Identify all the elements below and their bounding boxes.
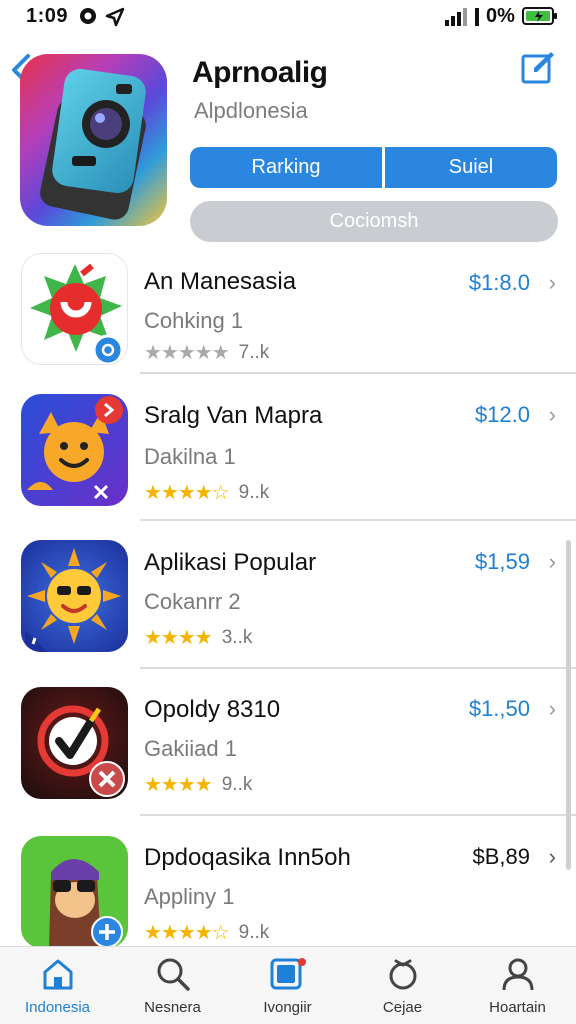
app-price[interactable]: $12.0	[475, 402, 530, 428]
segment-second[interactable]: Suiel	[385, 147, 557, 188]
app-rating: ★★★★ 9..k	[144, 772, 252, 797]
compose-icon[interactable]	[520, 50, 556, 86]
refresh-icon	[389, 959, 416, 990]
app-rating: ★★★★ 3..k	[144, 625, 252, 650]
list-item[interactable]: Sralg Van Mapra Dakilna 1 ★★★★☆ 9..k $12…	[0, 392, 576, 538]
scrollbar[interactable]	[566, 540, 571, 870]
review-count: 3..k	[221, 626, 253, 648]
tab-label: Indonesia	[24, 999, 91, 1016]
mascot-icon	[49, 859, 123, 948]
app-category: Dakilna 1	[144, 444, 236, 469]
chevron-right-icon: ›	[548, 402, 556, 427]
signal-icon	[445, 8, 467, 26]
app-rating: ★★★★☆ 9..k	[144, 480, 269, 505]
app-icon	[21, 540, 128, 652]
app-name: Dpdoqasika Inn5oh	[144, 844, 351, 871]
divider	[140, 667, 576, 669]
app-name: Sralg Van Mapra	[144, 402, 323, 429]
divider	[140, 519, 576, 521]
app-category: Appliny 1	[144, 884, 235, 909]
battery-icon	[522, 7, 557, 25]
app-category: Cokanrr 2	[144, 589, 241, 614]
app-name: An Manesasia	[144, 268, 297, 295]
app-icon	[21, 253, 128, 365]
star-rating-icon: ★★★★	[144, 627, 213, 649]
app-category: Gakiiad 1	[144, 736, 237, 761]
app-price[interactable]: $1,59	[475, 549, 530, 575]
list-item[interactable]: Aplikasi Popular Cokanrr 2 ★★★★ 3..k $1,…	[0, 539, 576, 685]
chevron-right-icon: ›	[548, 696, 556, 721]
checkmark-shield-icon	[37, 705, 125, 797]
app-rating: ★★★★★ 7..k	[144, 340, 269, 365]
tab-profile[interactable]: Hoartain	[460, 947, 575, 1024]
cat-face-icon	[27, 396, 123, 500]
star-rating-icon: ★★★★★	[144, 342, 230, 364]
app-price[interactable]: $1:8.0	[469, 270, 530, 296]
star-rating-icon: ★★★★☆	[144, 482, 230, 504]
list-item[interactable]: An Manesasia Cohking 1 ★★★★★ 7..k $1:8.0…	[0, 248, 576, 394]
app-name: Opoldy 8310	[144, 696, 281, 723]
filter-pill-button[interactable]: Cociomsh	[190, 201, 558, 242]
divider	[140, 372, 576, 374]
tab-label: Cejae	[382, 999, 423, 1016]
app-price[interactable]: $1.,50	[469, 696, 530, 722]
review-count: 9..k	[238, 481, 270, 503]
tab-label: Ivongiir	[263, 999, 312, 1016]
divider	[140, 814, 576, 816]
app-icon	[21, 394, 128, 506]
chevron-right-icon: ›	[548, 270, 556, 295]
do-not-disturb-icon	[80, 8, 96, 24]
star-rating-icon: ★★★★	[144, 774, 213, 796]
review-count: 9..k	[238, 921, 270, 943]
chevron-right-icon: ›	[548, 844, 556, 869]
app-subtitle: Alpdlonesia	[194, 98, 308, 123]
review-count: 9..k	[221, 773, 253, 795]
app-price[interactable]: $B,89	[473, 844, 531, 870]
list-item[interactable]: Opoldy 8310 Gakiiad 1 ★★★★ 9..k $1.,50 ›	[0, 686, 576, 832]
tab-home[interactable]: Indonesia	[0, 947, 115, 1024]
battery-percent: 0%	[486, 5, 515, 27]
app-icon	[21, 836, 128, 948]
tab-label: Nesnera	[144, 999, 201, 1016]
camera-icon	[40, 68, 146, 220]
status-bar: 1:09 0%	[0, 0, 576, 34]
segment-ranking[interactable]: Rarking	[190, 147, 382, 188]
apps-icon	[270, 958, 306, 990]
tab-updates[interactable]: Cejae	[345, 947, 460, 1024]
chevron-right-icon: ›	[548, 549, 556, 574]
review-count: 7..k	[238, 341, 270, 363]
sun-icon	[25, 548, 121, 652]
app-rating: ★★★★☆ 9..k	[144, 920, 269, 945]
status-time: 1:09	[26, 5, 69, 27]
app-name: Aplikasi Popular	[144, 549, 317, 576]
tab-apps[interactable]: Ivongiir	[230, 947, 345, 1024]
app-title: Aprnoalig	[192, 56, 328, 89]
person-icon	[502, 958, 533, 991]
app-category: Cohking 1	[144, 308, 244, 333]
tab-label: Hoartain	[489, 999, 546, 1016]
tab-bar: Indonesia Nesnera Ivongiir Cejae Hoartai…	[0, 946, 576, 1024]
star-rating-icon: ★★★★☆	[144, 922, 230, 944]
featured-app-icon[interactable]	[20, 54, 167, 226]
splash-icon	[30, 263, 124, 364]
search-icon	[157, 958, 190, 991]
app-icon	[21, 687, 128, 799]
tab-search[interactable]: Nesnera	[115, 947, 230, 1024]
home-icon	[43, 959, 72, 990]
wifi-icon	[475, 8, 479, 26]
location-arrow-icon	[105, 7, 125, 27]
